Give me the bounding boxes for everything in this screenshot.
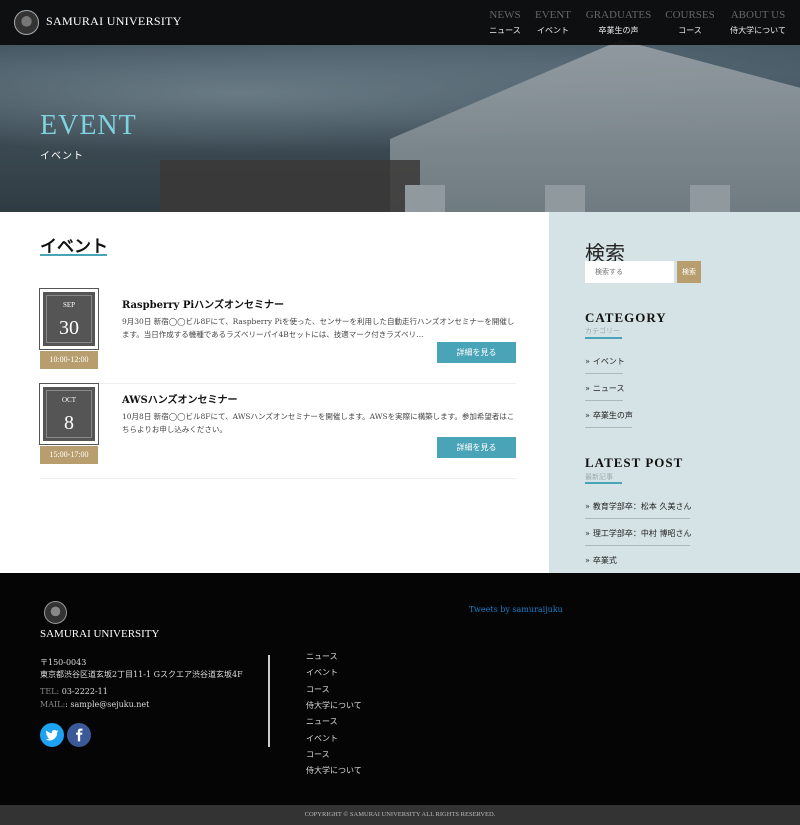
event-card: SEP 30 10:00-12:00 Raspberry Piハンズオンセミナー… — [39, 288, 516, 384]
event-time: 15:00-17:00 — [40, 446, 98, 464]
footer-link[interactable]: 侍大学について — [306, 765, 362, 776]
category-accent-line — [585, 337, 622, 339]
footer-link[interactable]: ニュース — [306, 651, 338, 662]
latest-accent-line — [585, 482, 622, 484]
category-heading: CATEGORY — [585, 310, 667, 325]
university-crest-icon[interactable] — [44, 601, 67, 624]
nav-item-news[interactable]: NEWS ニュース — [481, 0, 529, 45]
nav-item-graduates[interactable]: GRADUATES 卒業生の声 — [577, 0, 660, 45]
footer-link[interactable]: コース — [306, 749, 330, 760]
hero-title: EVENT — [40, 110, 137, 141]
mail-value[interactable]: : sample@sejuku.net — [65, 700, 149, 709]
facebook-f-icon — [76, 728, 83, 742]
divider — [585, 400, 623, 401]
event-date-box: SEP 30 — [39, 288, 99, 350]
nav-label-en: NEWS — [489, 9, 521, 21]
search-button[interactable]: 検索 — [677, 261, 701, 283]
footer-logo-text[interactable]: SAMURAI UNIVERSITY — [40, 628, 159, 640]
footer-link[interactable]: コース — [306, 684, 330, 695]
sidebar: 検索 検索 CATEGORY カテゴリー イベント ニュース 卒業生の声 LAT… — [549, 212, 800, 573]
latest-post-subheading: 最新記事 — [585, 473, 613, 481]
nav-item-event[interactable]: EVENT イベント — [529, 0, 577, 45]
nav-label-ja: コース — [678, 26, 702, 35]
event-description: 10月8日 新宿◯◯ビル8Fにて、AWSハンズオンセミナーを開催します。AWSを… — [122, 412, 515, 434]
footer-zip: 〒150-0043 — [40, 658, 87, 667]
event-title[interactable]: AWSハンズオンセミナー — [122, 391, 238, 406]
header: SAMURAI UNIVERSITY NEWS ニュース EVENT イベント … — [0, 0, 800, 45]
nav-label-en: COURSES — [665, 9, 715, 21]
latest-post-link[interactable]: 理工学部卒：中村 博昭さん — [585, 528, 692, 539]
facebook-icon[interactable] — [67, 723, 91, 747]
nav-label-en: GRADUATES — [585, 9, 652, 21]
nav-label-ja: 卒業生の声 — [598, 26, 639, 35]
logo-text[interactable]: SAMURAI UNIVERSITY — [46, 14, 182, 29]
university-crest-icon[interactable] — [14, 10, 39, 35]
event-month: SEP — [62, 301, 76, 309]
mail-label: MAIL: — [40, 700, 66, 709]
event-day: 8 — [64, 412, 74, 434]
event-detail-button[interactable]: 詳細を見る — [437, 342, 516, 363]
footer-link[interactable]: ニュース — [306, 716, 338, 727]
divider — [585, 518, 690, 519]
footer-street: 東京都渋谷区道玄坂2丁目11-1 Gスクエア渋谷道玄坂4F — [40, 670, 243, 679]
nav-label-ja: 侍大学について — [730, 26, 786, 35]
latest-post-link[interactable]: 卒業式 — [585, 555, 617, 566]
event-detail-button[interactable]: 詳細を見る — [437, 437, 516, 458]
main-nav: NEWS ニュース EVENT イベント GRADUATES 卒業生の声 COU… — [481, 0, 800, 45]
nav-item-about-us[interactable]: ABOUT US 侍大学について — [720, 0, 796, 45]
event-description: 9月30日 新宿◯◯ビル8Fにて、Raspberry Piを使った、センサーを利… — [122, 317, 515, 339]
tel-value: 03-2222-11 — [61, 687, 108, 696]
footer-mail: MAIL:: sample@sejuku.net — [40, 700, 149, 709]
tel-label: TEL: — [40, 687, 60, 696]
event-month: OCT — [62, 396, 76, 404]
twitter-icon[interactable] — [40, 723, 64, 747]
latest-post-link[interactable]: 教育学部卒：松本 久美さん — [585, 501, 692, 512]
latest-post-heading: LATEST POST — [585, 455, 684, 470]
nav-label-en: EVENT — [534, 9, 572, 21]
event-title[interactable]: Raspberry Piハンズオンセミナー — [122, 296, 284, 311]
search-input[interactable] — [585, 261, 674, 283]
category-subheading: カテゴリー — [585, 327, 620, 335]
nav-label-en: ABOUT US — [730, 9, 786, 21]
footer-link[interactable]: 侍大学について — [306, 700, 362, 711]
footer-link[interactable]: イベント — [306, 733, 338, 744]
footer-link[interactable]: イベント — [306, 667, 338, 678]
footer-address: 〒150-0043 東京都渋谷区道玄坂2丁目11-1 Gスクエア渋谷道玄坂4F — [40, 657, 243, 681]
hero-subtitle: イベント — [40, 151, 84, 162]
main-content: イベント SEP 30 10:00-12:00 Raspberry Piハンズオ… — [0, 212, 549, 573]
footer-divider — [268, 655, 270, 747]
event-card: OCT 8 15:00-17:00 AWSハンズオンセミナー 10月8日 新宿◯… — [39, 383, 516, 479]
category-link[interactable]: イベント — [585, 356, 625, 367]
divider — [585, 545, 690, 546]
footer-tel: TEL: 03-2222-11 — [40, 687, 108, 696]
footer: SAMURAI UNIVERSITY 〒150-0043 東京都渋谷区道玄坂2丁… — [0, 573, 800, 805]
event-date-box: OCT 8 — [39, 383, 99, 445]
category-link[interactable]: ニュース — [585, 383, 625, 394]
nav-label-ja: ニュース — [489, 26, 521, 35]
divider — [585, 427, 632, 428]
tweets-link[interactable]: Tweets by samuraijuku — [469, 605, 563, 614]
nav-label-ja: イベント — [537, 26, 569, 35]
category-link[interactable]: 卒業生の声 — [585, 410, 633, 421]
event-day: 30 — [59, 317, 79, 339]
event-time: 10:00-12:00 — [40, 351, 98, 369]
twitter-bird-icon — [45, 729, 59, 741]
copyright: COPYRIGHT © SAMURAI UNIVERSITY ALL RIGHT… — [0, 805, 800, 825]
divider — [585, 373, 623, 374]
title-underline — [40, 254, 107, 256]
nav-item-courses[interactable]: COURSES コース — [660, 0, 720, 45]
